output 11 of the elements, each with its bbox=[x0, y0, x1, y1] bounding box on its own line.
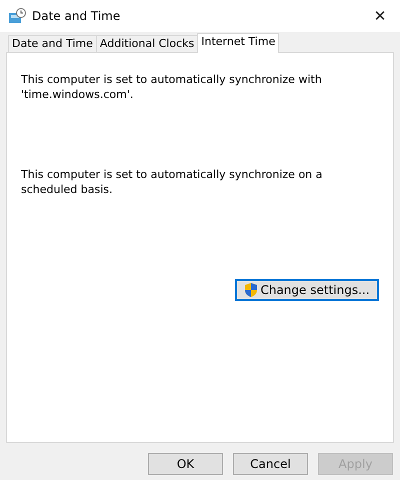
dialog-button[interactable]: OK bbox=[148, 453, 223, 475]
close-icon[interactable]: ✕ bbox=[370, 7, 390, 25]
clock-icon bbox=[8, 8, 26, 24]
info-text: This computer is set to automatically synchronize on a scheduled basis. bbox=[21, 167, 324, 197]
info-text: This computer is set to automatically synchronize with 'time.windows.com'. bbox=[21, 72, 323, 103]
window-title: Date and Time bbox=[32, 9, 122, 23]
change-settings-button[interactable]: Change settings... bbox=[235, 279, 379, 301]
dialog-button[interactable]: Cancel bbox=[233, 453, 308, 475]
tab[interactable]: Internet Time bbox=[197, 33, 280, 53]
shield-icon bbox=[244, 282, 258, 298]
tab[interactable]: Date and Time bbox=[8, 35, 97, 52]
